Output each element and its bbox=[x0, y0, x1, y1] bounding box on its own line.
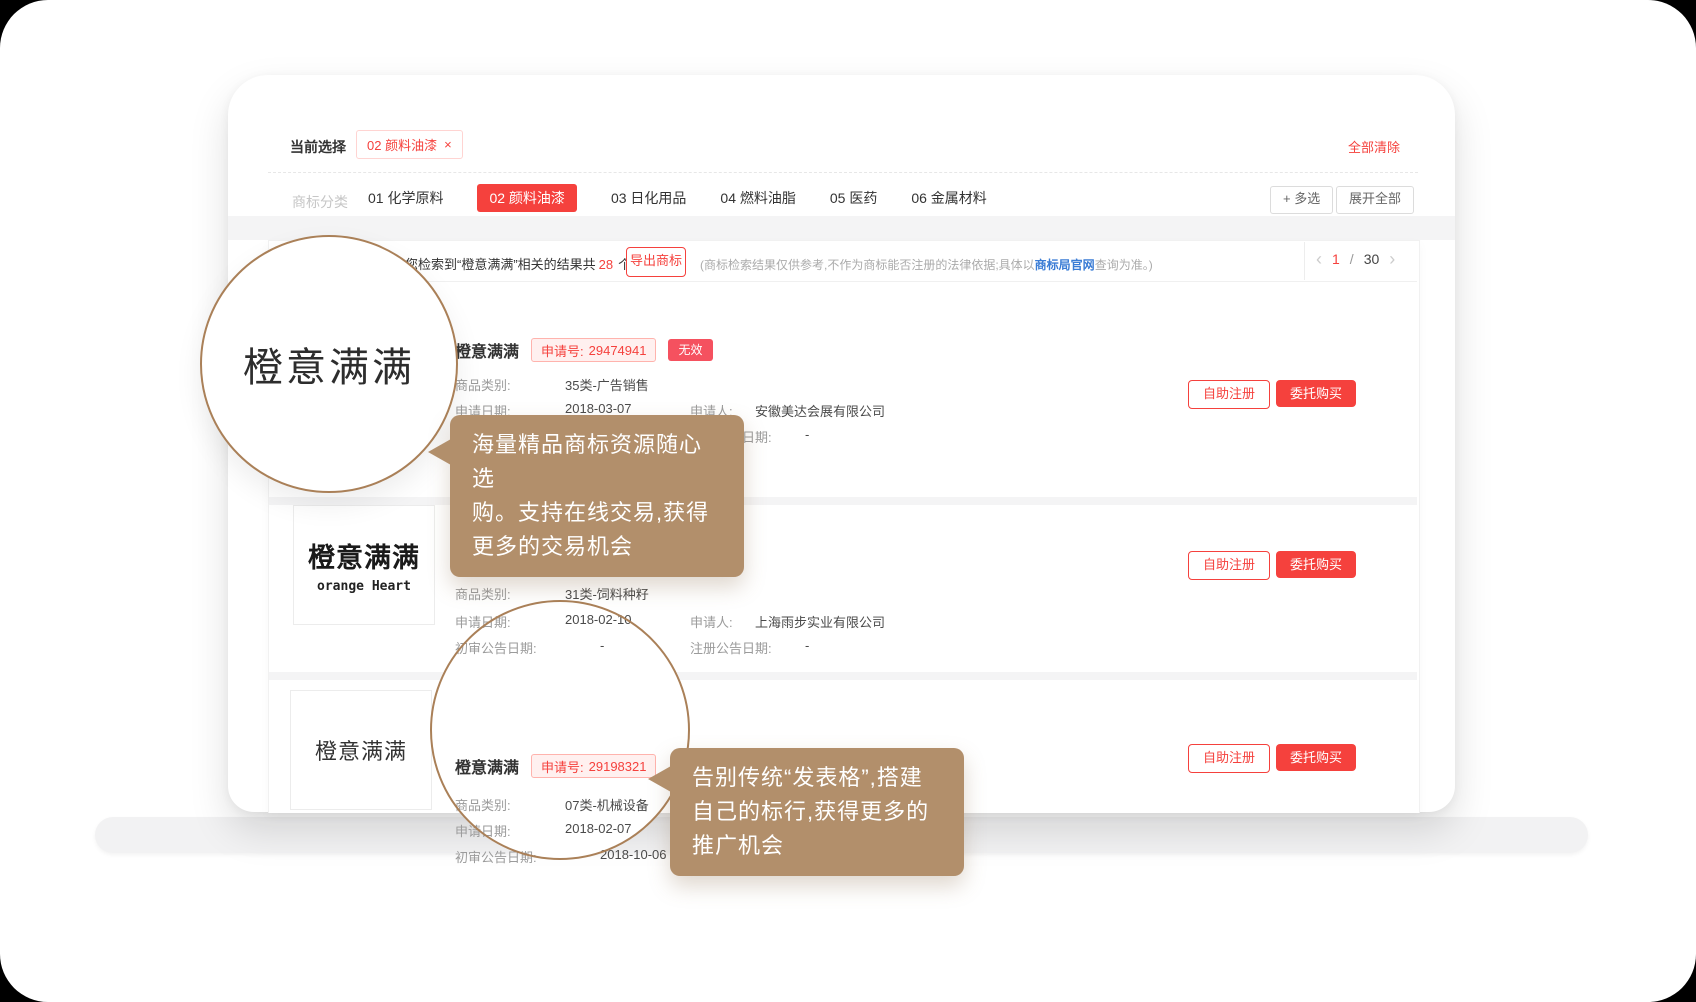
trademark-office-link[interactable]: 商标局官网 bbox=[1035, 258, 1095, 272]
application-number: 29474941 bbox=[589, 343, 647, 358]
category-item-04[interactable]: 04 燃料油脂 bbox=[720, 188, 795, 208]
magnified-trademark-text: 橙意满满 bbox=[243, 335, 415, 393]
trademark-image-text: 橙意满满 bbox=[315, 734, 407, 766]
category-bar-label: 商标分类 bbox=[292, 192, 348, 212]
table-row-title: 橙意满满 申请号: 29474941 无效 bbox=[455, 338, 713, 362]
trademark-image: 橙意满满 bbox=[290, 690, 432, 810]
trademark-name[interactable]: 橙意满满 bbox=[455, 338, 519, 362]
category-item-01[interactable]: 01 化学原料 bbox=[368, 188, 443, 208]
total-pages: 30 bbox=[1364, 251, 1380, 267]
prev-page-icon[interactable]: ‹ bbox=[1316, 252, 1322, 266]
category-list: 01 化学原料 02 颜料油漆 03 日化用品 04 燃料油脂 05 医药 06… bbox=[368, 184, 987, 212]
trademark-image-subtext: orange Heart bbox=[317, 579, 411, 594]
multi-select-button[interactable]: + 多选 bbox=[1270, 186, 1333, 214]
reg-publication-value: - bbox=[805, 638, 809, 653]
header-vertical-divider bbox=[1304, 242, 1305, 280]
export-trademarks-button[interactable]: 导出商标 bbox=[626, 247, 686, 277]
category-item-05[interactable]: 05 医药 bbox=[830, 188, 877, 208]
trademark-image-text: 橙意满满 bbox=[308, 536, 420, 575]
self-register-button[interactable]: 自助注册 bbox=[1188, 551, 1270, 580]
result-count: 28 bbox=[599, 257, 613, 272]
remove-filter-icon[interactable]: × bbox=[444, 137, 452, 152]
category-item-02-selected[interactable]: 02 颜料油漆 bbox=[477, 184, 576, 212]
filter-chip-label: 02 颜料油漆 bbox=[367, 135, 437, 154]
expand-all-button[interactable]: 展开全部 bbox=[1336, 186, 1414, 214]
selected-filter-chip[interactable]: 02 颜料油漆 × bbox=[356, 130, 463, 159]
pagination: ‹ 1 / 30 › bbox=[1316, 251, 1395, 267]
next-page-icon[interactable]: › bbox=[1389, 252, 1395, 266]
apply-date-value: 2018-03-07 bbox=[565, 401, 632, 416]
disclaimer-suffix: 查询为准。) bbox=[1095, 258, 1153, 272]
category-item-06[interactable]: 06 金属材料 bbox=[911, 188, 986, 208]
disclaimer: (商标检索结果仅供参考,不作为商标能否注册的法律依据;具体以商标局官网查询为准。… bbox=[700, 256, 1153, 273]
magnifier-circle bbox=[430, 600, 690, 860]
entrust-purchase-button[interactable]: 委托购买 bbox=[1276, 551, 1356, 578]
feature-tooltip-trade: 海量精品商标资源随心选 购。支持在线交易,获得 更多的交易机会 bbox=[450, 415, 744, 577]
page-separator: / bbox=[1350, 251, 1354, 267]
application-number-chip: 申请号: 29474941 bbox=[531, 338, 656, 362]
application-number-label: 申请号: bbox=[541, 341, 584, 360]
page: 当前选择 02 颜料油漆 × 全部清除 商标分类 01 化学原料 02 颜料油漆… bbox=[0, 0, 1696, 1002]
disclaimer-prefix: (商标检索结果仅供参考,不作为商标能否注册的法律依据;具体以 bbox=[700, 258, 1035, 272]
magnifier-circle: 橙意满满 bbox=[200, 235, 458, 493]
trademark-image: 橙意满满 orange Heart bbox=[293, 505, 435, 625]
category-value: 35类-广告销售 bbox=[565, 375, 649, 394]
category-label: 商品类别: bbox=[455, 584, 511, 603]
entrust-purchase-button[interactable]: 委托购买 bbox=[1276, 744, 1356, 771]
current-selection-label: 当前选择 bbox=[290, 137, 346, 157]
reg-publication-label: 注册公告日期: bbox=[690, 638, 772, 657]
applicant-value: 安徽美达会展有限公司 bbox=[755, 401, 885, 420]
feature-tooltip-promo: 告别传统“发表格”,搭建 自己的标行,获得更多的 推广机会 bbox=[670, 748, 964, 876]
status-badge: 无效 bbox=[668, 339, 712, 361]
reg-publication-value: - bbox=[805, 427, 809, 442]
applicant-value: 上海雨步实业有限公司 bbox=[755, 612, 885, 631]
result-summary-prefix: 为您检索到“橙意满满”相关的结果共 bbox=[392, 257, 596, 272]
self-register-button[interactable]: 自助注册 bbox=[1188, 744, 1270, 773]
clear-all-button[interactable]: 全部清除 bbox=[1348, 137, 1400, 156]
category-label: 商品类别: bbox=[455, 375, 511, 394]
category-item-03[interactable]: 03 日化用品 bbox=[611, 188, 686, 208]
result-summary: 为您检索到“橙意满满”相关的结果共28个 bbox=[392, 254, 631, 273]
category-value: 31类-饲料种籽 bbox=[565, 584, 649, 603]
applicant-label: 申请人: bbox=[690, 612, 733, 631]
self-register-button[interactable]: 自助注册 bbox=[1188, 380, 1270, 409]
entrust-purchase-button[interactable]: 委托购买 bbox=[1276, 380, 1356, 407]
current-page: 1 bbox=[1332, 251, 1340, 267]
